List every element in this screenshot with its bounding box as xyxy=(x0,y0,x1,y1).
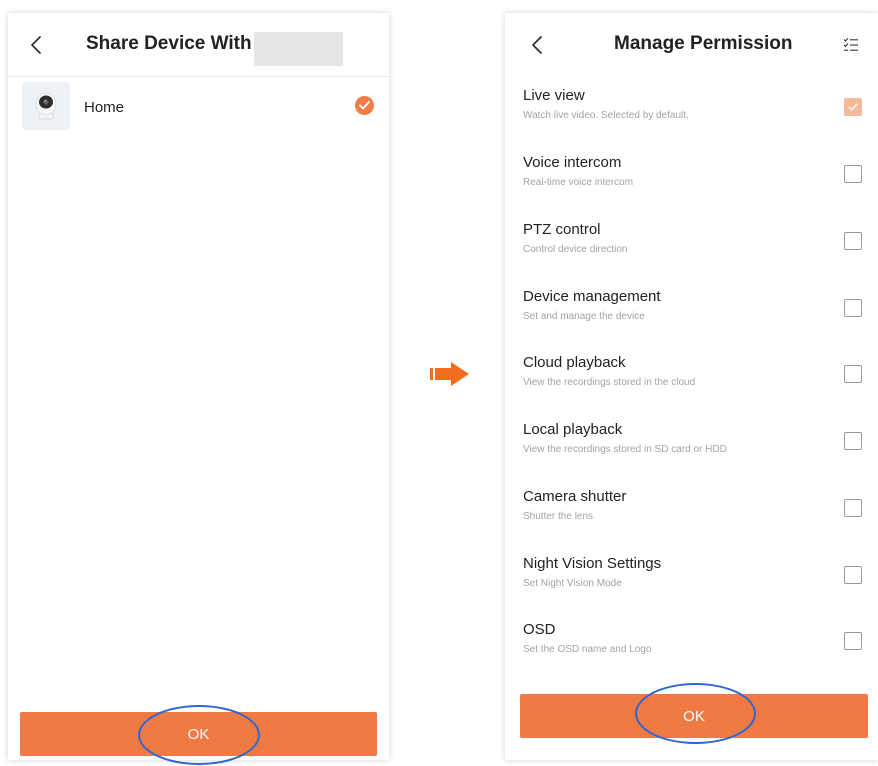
redacted-field xyxy=(254,32,343,66)
permission-checkbox[interactable] xyxy=(844,566,862,584)
permission-title: Voice intercom xyxy=(523,154,622,171)
permission-row-device-management[interactable]: Device management Set and manage the dev… xyxy=(505,288,878,355)
permission-title: Night Vision Settings xyxy=(523,555,662,572)
permission-title: Local playback xyxy=(523,421,623,438)
permission-description: View the recordings stored in the cloud xyxy=(523,377,696,388)
page-title: Manage Permission xyxy=(614,33,793,54)
back-chevron-icon xyxy=(31,36,41,54)
permission-row-ptz-control[interactable]: PTZ control Control device direction xyxy=(505,221,878,288)
manage-permission-screen: Manage Permission Live view Watch live v… xyxy=(505,13,878,760)
permission-description: Set Night Vision Mode xyxy=(523,578,622,589)
permission-row-voice-intercom[interactable]: Voice intercom Real-time voice intercom xyxy=(505,154,878,221)
list-check-icon[interactable] xyxy=(843,37,859,53)
permission-description: Shutter the lens xyxy=(523,511,594,522)
permission-row-night-vision[interactable]: Night Vision Settings Set Night Vision M… xyxy=(505,555,878,622)
device-row-home[interactable]: Home xyxy=(8,80,389,136)
permission-description: View the recordings stored in SD card or… xyxy=(523,444,727,455)
navbar: Manage Permission xyxy=(505,13,878,77)
selected-check[interactable] xyxy=(355,96,374,115)
back-button[interactable] xyxy=(24,31,48,59)
permission-checkbox[interactable] xyxy=(844,232,862,250)
permission-row-osd[interactable]: OSD Set the OSD name and Logo xyxy=(505,621,878,688)
camera-icon xyxy=(35,92,57,120)
ok-button[interactable]: OK xyxy=(20,712,377,756)
device-thumbnail xyxy=(22,82,70,130)
permission-checkbox[interactable] xyxy=(844,632,862,650)
permission-title: Device management xyxy=(523,288,661,305)
permission-description: Set the OSD name and Logo xyxy=(523,644,652,655)
permission-checkbox[interactable] xyxy=(844,432,862,450)
check-icon xyxy=(848,103,858,111)
permission-checkbox[interactable] xyxy=(844,165,862,183)
permission-row-local-playback[interactable]: Local playback View the recordings store… xyxy=(505,421,878,488)
check-icon xyxy=(359,101,370,110)
permission-title: PTZ control xyxy=(523,221,601,238)
permission-checkbox[interactable] xyxy=(844,365,862,383)
back-chevron-icon xyxy=(532,36,542,54)
permission-title: Live view xyxy=(523,87,585,104)
permission-title: OSD xyxy=(523,621,556,638)
permission-checkbox[interactable] xyxy=(844,299,862,317)
permission-description: Watch live video. Selected by default. xyxy=(523,110,689,121)
stage: Share Device With Home OK Manage Permiss… xyxy=(0,0,878,766)
permission-row-cloud-playback[interactable]: Cloud playback View the recordings store… xyxy=(505,354,878,421)
permission-title: Camera shutter xyxy=(523,488,627,505)
permission-checkbox[interactable] xyxy=(844,499,862,517)
share-device-screen: Share Device With Home OK xyxy=(8,13,389,765)
permission-description: Real-time voice intercom xyxy=(523,177,634,188)
ok-button[interactable]: OK xyxy=(520,694,868,738)
permission-description: Control device direction xyxy=(523,244,628,255)
permission-description: Set and manage the device xyxy=(523,311,645,322)
right-arrow-icon xyxy=(430,362,469,386)
page-title: Share Device With xyxy=(86,33,252,54)
back-button[interactable] xyxy=(525,31,549,59)
permission-checkbox[interactable] xyxy=(844,98,862,116)
navbar: Share Device With xyxy=(8,13,389,77)
permission-row-live-view[interactable]: Live view Watch live video. Selected by … xyxy=(505,87,878,154)
permission-title: Cloud playback xyxy=(523,354,626,371)
permission-row-camera-shutter[interactable]: Camera shutter Shutter the lens xyxy=(505,488,878,555)
divider xyxy=(8,76,389,77)
device-name: Home xyxy=(84,99,125,116)
